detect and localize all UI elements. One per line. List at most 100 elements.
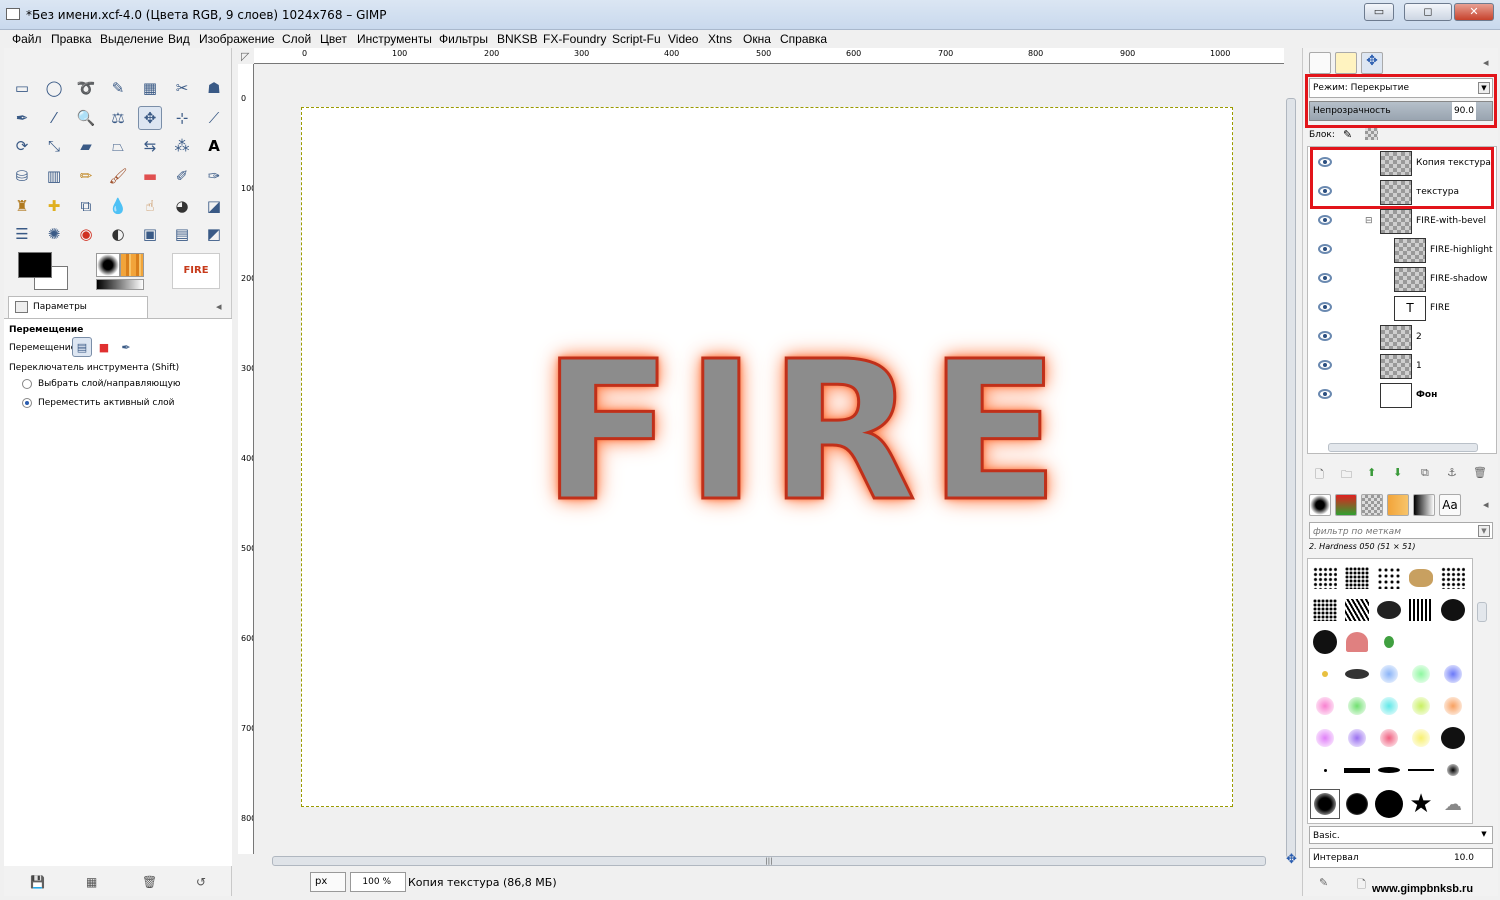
balance-icon[interactable]: ☰: [10, 222, 34, 246]
menu-layer[interactable]: Слой: [282, 32, 311, 46]
brush-cell[interactable]: [1342, 595, 1372, 625]
layer-row[interactable]: 2: [1308, 323, 1494, 352]
menu-bnksb[interactable]: BNKSB: [497, 32, 538, 46]
layers-hscroll[interactable]: [1328, 443, 1478, 452]
brush-cell[interactable]: [1342, 659, 1372, 689]
menu-file[interactable]: Файл: [12, 32, 42, 46]
menu-view[interactable]: Вид: [168, 32, 190, 46]
vertical-scroll-thumb[interactable]: [1286, 98, 1296, 858]
brush-cell[interactable]: [1374, 691, 1404, 721]
bucket-fill-icon[interactable]: ⛁: [10, 164, 34, 188]
brush-cell[interactable]: [1310, 563, 1340, 593]
color-select-icon[interactable]: ▦: [138, 76, 162, 100]
brush-cell[interactable]: [1310, 627, 1340, 657]
brush-cell[interactable]: [1374, 723, 1404, 753]
horizontal-scrollbar[interactable]: |||: [268, 854, 1278, 868]
perspective-clone-icon[interactable]: ⧉: [74, 194, 98, 218]
quick-mask-corner-icon[interactable]: ◸: [241, 50, 249, 63]
pattern-swatch-icon[interactable]: [1387, 494, 1409, 516]
lock-pixels-icon[interactable]: ✎: [1343, 128, 1352, 141]
lower-layer-icon[interactable]: ⬇: [1393, 466, 1402, 479]
fuzzy-select-icon[interactable]: ✎: [106, 76, 130, 100]
brush-cell[interactable]: [1406, 691, 1436, 721]
fonts-tab-icon[interactable]: Aa: [1439, 494, 1461, 516]
new-layer-icon[interactable]: 🗋: [1315, 466, 1324, 485]
histogram-icon[interactable]: ▤: [170, 222, 194, 246]
opacity-slider[interactable]: Непрозрачность 90.0: [1309, 101, 1493, 121]
brush-cell[interactable]: [1438, 659, 1468, 689]
brush-cell[interactable]: [1374, 627, 1404, 657]
brush-cell[interactable]: [1342, 563, 1372, 593]
minimize-button[interactable]: ▭: [1364, 3, 1394, 21]
flip-icon[interactable]: ⇆: [138, 134, 162, 158]
clone-icon[interactable]: ♜: [10, 194, 34, 218]
eye-icon[interactable]: [1318, 244, 1332, 254]
brush-cell[interactable]: [1438, 595, 1468, 625]
foreground-color[interactable]: [18, 252, 52, 278]
anchor-layer-icon[interactable]: ⚓: [1447, 466, 1457, 479]
rect-select-icon[interactable]: ▭: [10, 76, 34, 100]
heal-icon[interactable]: ✚: [42, 194, 66, 218]
paths-icon[interactable]: ✒: [10, 106, 34, 130]
brush-cell[interactable]: [1406, 723, 1436, 753]
brush-cell[interactable]: [1310, 723, 1340, 753]
brush-cell[interactable]: [1310, 755, 1340, 785]
gradients-tab-icon[interactable]: [1413, 494, 1435, 516]
color-wheel-icon[interactable]: ◉: [74, 222, 98, 246]
zoom-select[interactable]: 100 %: [350, 872, 406, 892]
tool-options-tab[interactable]: Параметры инструментов: [8, 296, 148, 332]
app-icon[interactable]: [6, 8, 20, 20]
levels-icon[interactable]: ◪: [202, 194, 226, 218]
brush-cell[interactable]: ☁: [1438, 789, 1468, 819]
scissors-icon[interactable]: ✂: [170, 76, 194, 100]
move-layer-icon[interactable]: ▤: [72, 337, 92, 357]
edit-brush-icon[interactable]: ✎: [1319, 876, 1328, 889]
pencil-icon[interactable]: ✏: [74, 164, 98, 188]
brush-cell[interactable]: [1342, 755, 1372, 785]
menu-video[interactable]: Video: [668, 32, 698, 46]
layers-tab-icon[interactable]: [1309, 52, 1331, 74]
canvas-viewport[interactable]: FIRE: [255, 65, 1283, 855]
menu-edit[interactable]: Правка: [51, 32, 92, 46]
brush-cell[interactable]: [1406, 755, 1436, 785]
align-icon[interactable]: ⊹: [170, 106, 194, 130]
crop-icon[interactable]: ⟋: [202, 106, 226, 130]
menu-script-fu[interactable]: Script-Fu: [612, 32, 661, 46]
zoom-icon[interactable]: 🔍: [74, 106, 98, 130]
brush-preview[interactable]: [96, 253, 120, 277]
mode-select[interactable]: Режим: Перекрытие ▼: [1309, 78, 1493, 98]
duplicate-layer-icon[interactable]: ⧉: [1421, 466, 1429, 480]
text-tool-icon[interactable]: A: [202, 134, 226, 158]
eye-icon[interactable]: [1318, 389, 1332, 399]
brushes-tab-icon[interactable]: [1309, 494, 1331, 516]
measure-icon[interactable]: ⚖: [106, 106, 130, 130]
brush-cell[interactable]: [1406, 563, 1436, 593]
brush-cell[interactable]: [1438, 691, 1468, 721]
radio-pick-layer[interactable]: [22, 379, 32, 389]
menu-select[interactable]: Выделение: [100, 32, 164, 46]
foreground-select-icon[interactable]: ☗: [202, 76, 226, 100]
move-path-icon[interactable]: ✒: [116, 337, 136, 357]
star-brush-icon[interactable]: ★: [1406, 789, 1436, 819]
menu-image[interactable]: Изображение: [199, 32, 275, 46]
eye-icon[interactable]: [1318, 360, 1332, 370]
brush-cell[interactable]: [1342, 789, 1372, 819]
move-tab-icon[interactable]: ✥: [1361, 52, 1383, 74]
lasso-icon[interactable]: ➰: [74, 76, 98, 100]
brush-cell[interactable]: [1438, 723, 1468, 753]
horizontal-scroll-thumb[interactable]: |||: [272, 856, 1266, 866]
rotate-icon[interactable]: ⟳: [10, 134, 34, 158]
menu-tools[interactable]: Инструменты: [357, 32, 432, 46]
eye-icon[interactable]: [1318, 273, 1332, 283]
lock-alpha-icon[interactable]: [1365, 128, 1378, 140]
preset-select[interactable]: Basic. ▼: [1309, 826, 1493, 844]
menu-windows[interactable]: Окна: [743, 32, 771, 46]
delete-layer-icon[interactable]: 🗑: [1473, 466, 1487, 479]
posterize-icon[interactable]: ◩: [202, 222, 226, 246]
menu-color[interactable]: Цвет: [320, 32, 347, 46]
layer-group-row[interactable]: ⊟ FIRE-with-bevel: [1308, 207, 1494, 236]
tag-filter-input[interactable]: фильтр по меткам ▼: [1309, 522, 1493, 539]
layer-row[interactable]: FIRE-shadow: [1308, 265, 1494, 294]
ellipse-select-icon[interactable]: ◯: [42, 76, 66, 100]
brush-cell[interactable]: [1342, 691, 1372, 721]
